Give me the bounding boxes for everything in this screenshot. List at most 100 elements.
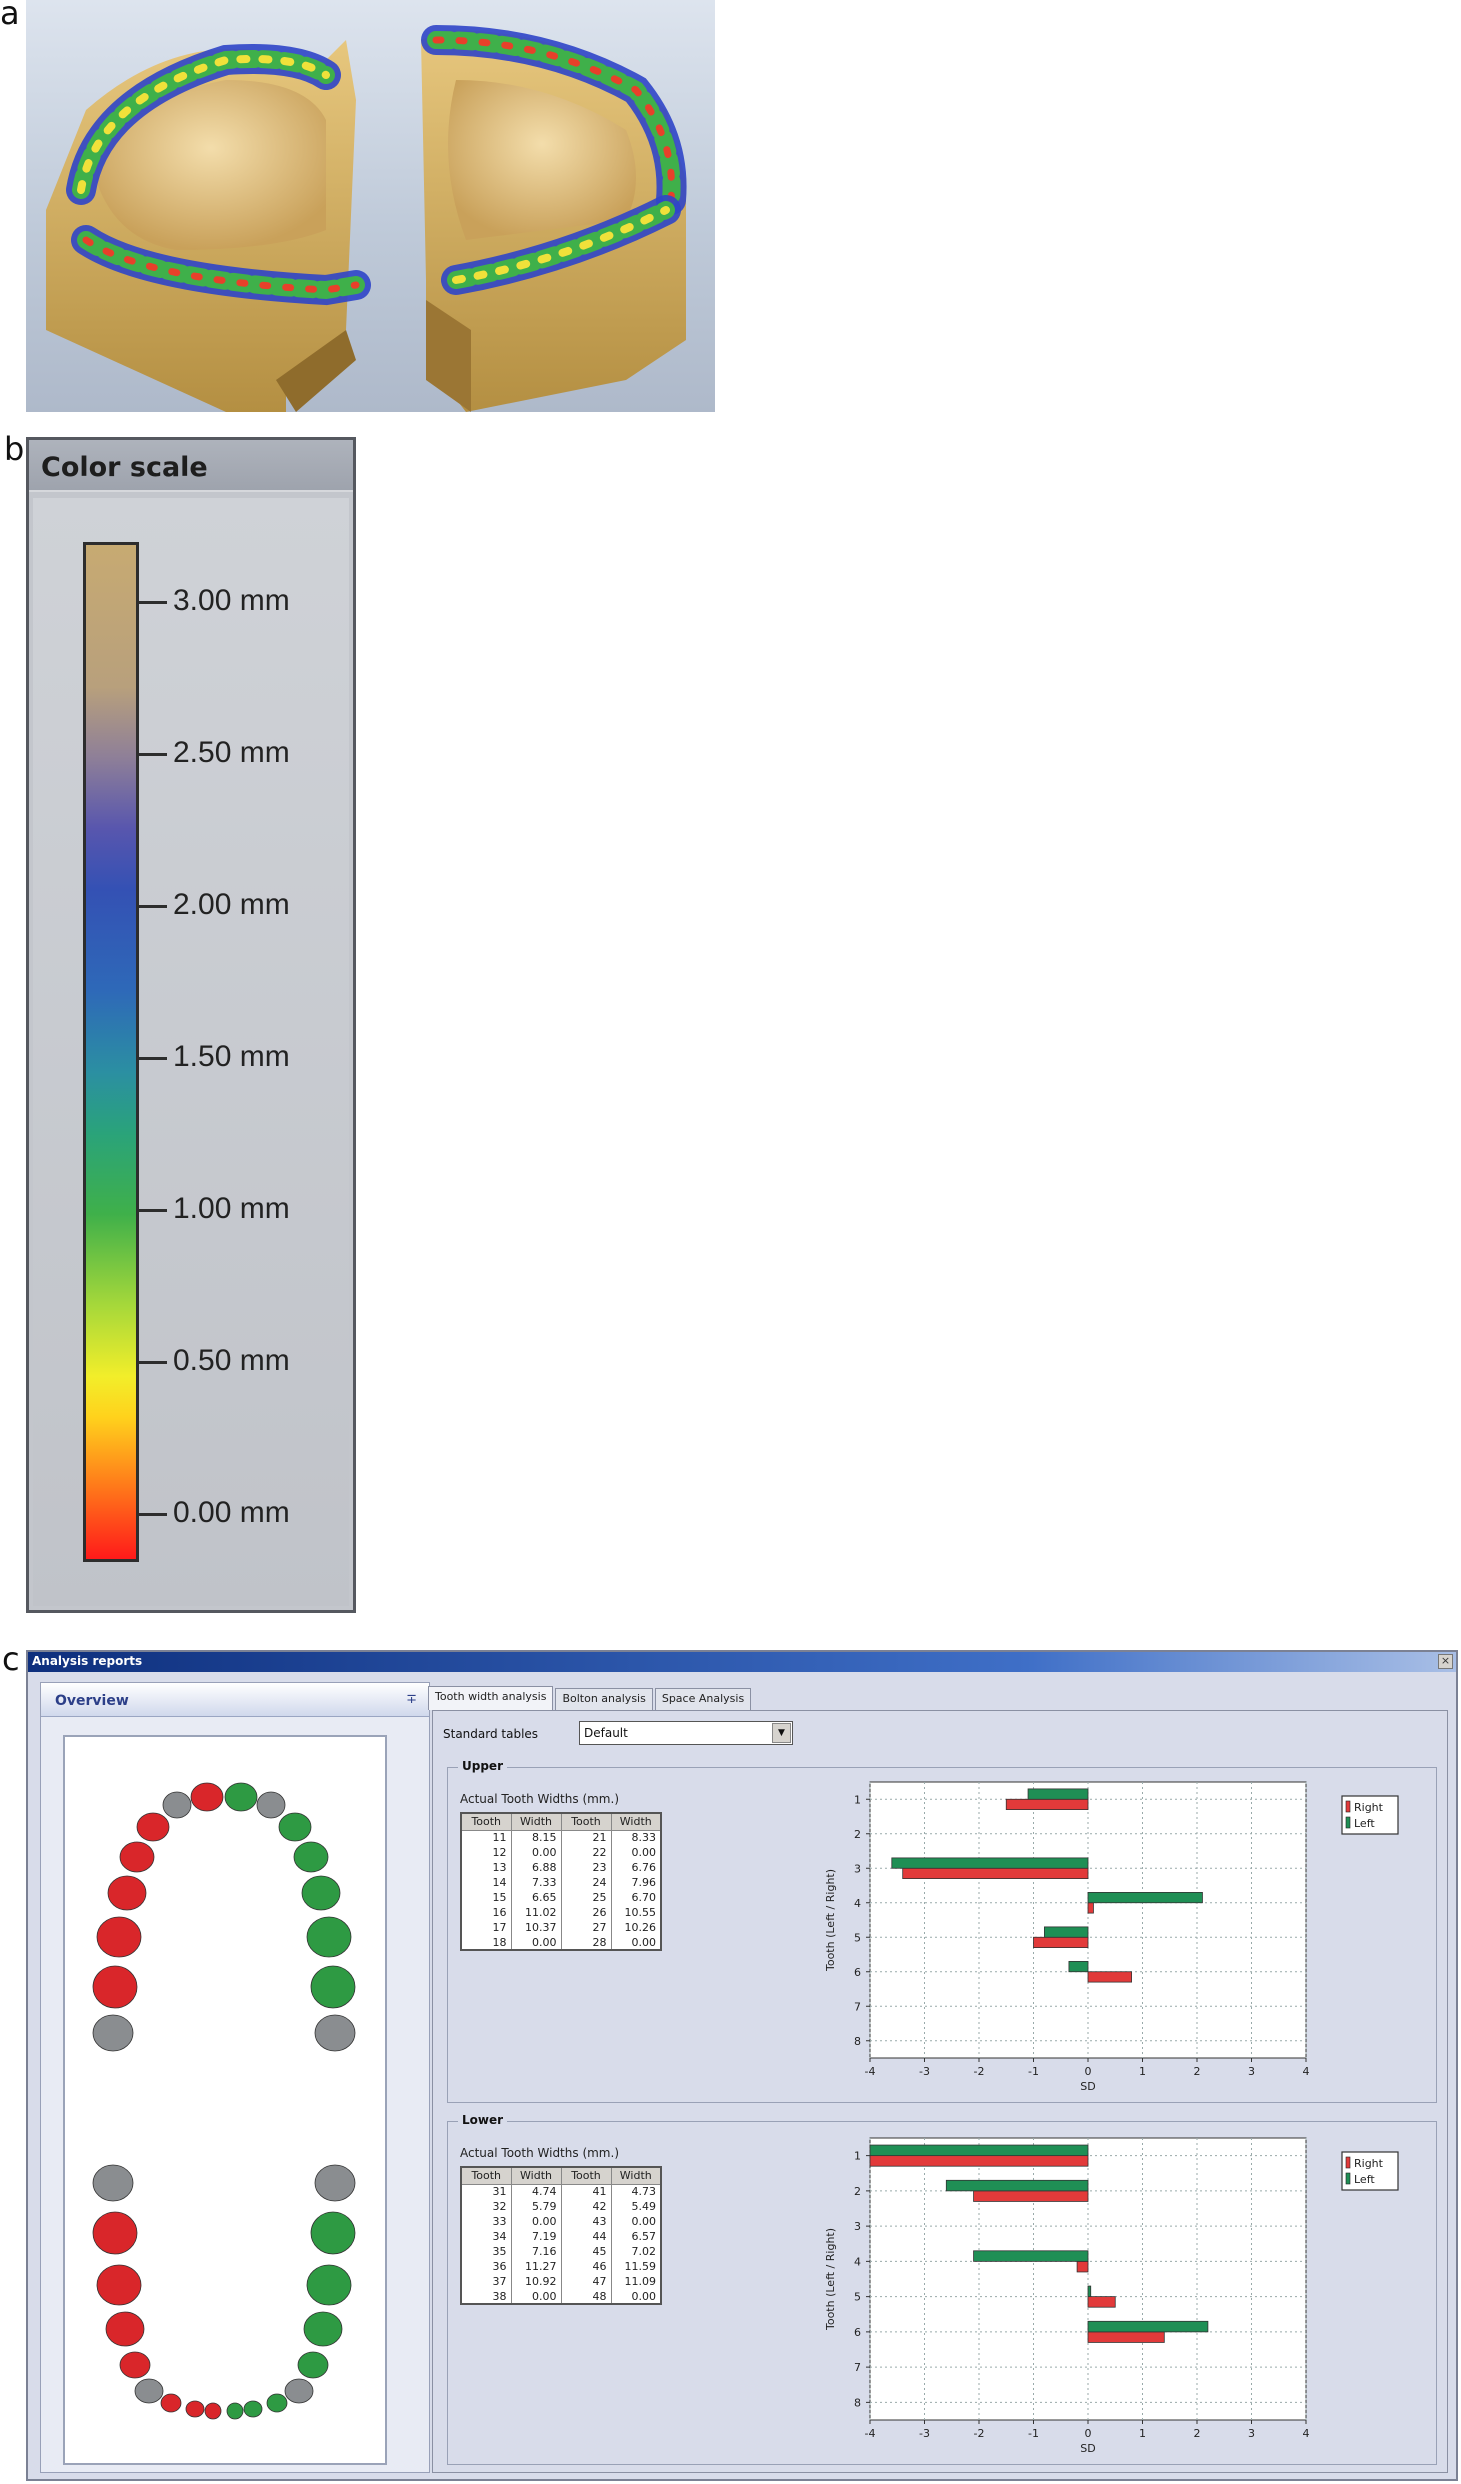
bar-left (1087, 2285, 1092, 2298)
table-cell: 10.55 (611, 1905, 662, 1920)
y-tick-label: 8 (854, 2396, 861, 2409)
tooth[interactable] (190, 1782, 224, 1812)
x-tick-label: 3 (1248, 2427, 1255, 2440)
color-scale-tick-label: 0.50 mm (173, 1344, 290, 1377)
tooth[interactable] (96, 2264, 142, 2306)
tooth[interactable] (96, 1916, 142, 1958)
chevron-down-icon[interactable]: ▼ (772, 1723, 791, 1743)
tooth[interactable] (278, 1812, 312, 1842)
table-cell: 7.33 (511, 1875, 562, 1890)
figure-label-a: a (0, 0, 20, 32)
table-row: 18 0.00 28 0.00 (461, 1935, 662, 1950)
table-header: Width (610, 1812, 662, 1831)
y-tick-label: 6 (854, 1966, 861, 1979)
tooth[interactable] (306, 1916, 352, 1958)
color-scale-tick (139, 753, 167, 756)
bar-left (1087, 1892, 1203, 1904)
close-button[interactable]: × (1438, 1654, 1453, 1669)
tooth[interactable] (310, 1965, 356, 2009)
overview-panel: Overview ∓ (40, 1682, 430, 2473)
table-cell: 43 (561, 2214, 612, 2229)
tooth[interactable] (185, 2400, 205, 2418)
table-header: Width (610, 2166, 662, 2185)
tooth[interactable] (105, 2311, 145, 2347)
table-row: 13 6.88 23 6.76 (461, 1860, 662, 1875)
tooth[interactable] (314, 2164, 356, 2202)
tooth[interactable] (136, 1812, 170, 1842)
tooth[interactable] (92, 1965, 138, 2009)
tooth[interactable] (297, 2351, 329, 2379)
bar-right (973, 2190, 1089, 2202)
table-cell: 11.02 (511, 1905, 562, 1920)
table-row: 12 0.00 22 0.00 (461, 1845, 662, 1860)
y-tick-label: 4 (854, 2255, 861, 2268)
tooth[interactable] (256, 1791, 286, 1819)
lower-group: Lower Actual Tooth Widths (mm.) Tooth Wid… (447, 2113, 1437, 2465)
table-row: 33 0.00 43 0.00 (461, 2214, 662, 2229)
tab-tooth-width-analysis[interactable]: Tooth width analysis (428, 1686, 554, 1710)
tooth[interactable] (204, 2402, 222, 2420)
tab-space-analysis[interactable]: Space Analysis (654, 1688, 752, 1710)
x-tick-label: 0 (1085, 2065, 1092, 2078)
figure-label-b: b (4, 430, 25, 468)
table-cell: 16 (461, 1905, 512, 1920)
table-cell: 33 (461, 2214, 512, 2229)
bar-right (1087, 1902, 1094, 1914)
bar-left (1087, 2320, 1209, 2333)
legend-label-right: Right (1354, 1801, 1384, 1814)
tooth[interactable] (243, 2400, 263, 2418)
table-header: Tooth (460, 2166, 512, 2185)
y-tick-label: 5 (854, 1931, 861, 1944)
tooth[interactable] (224, 1782, 258, 1812)
table-cell: 5.79 (511, 2199, 562, 2214)
lower-tooth-width-table: Tooth Width Tooth Width 31 4.74 41 4.73 32 5.79 42… (460, 2166, 662, 2305)
tooth[interactable] (119, 2351, 151, 2379)
tooth[interactable] (92, 2014, 134, 2052)
table-header: Width (510, 1812, 562, 1831)
tooth[interactable] (226, 2402, 244, 2420)
tab-bolton-analysis[interactable]: Bolton analysis (555, 1688, 653, 1710)
lower-title: Lower (458, 2113, 508, 2127)
x-tick-label: -3 (919, 2427, 930, 2440)
tooth[interactable] (314, 2014, 356, 2052)
bar-left (891, 1857, 1089, 1869)
tooth[interactable] (266, 2393, 288, 2413)
tooth[interactable] (162, 1791, 192, 1819)
tooth[interactable] (306, 2264, 352, 2306)
color-scale-tick (139, 601, 167, 604)
tooth[interactable] (119, 1841, 155, 1873)
y-tick-label: 6 (854, 2326, 861, 2339)
tooth-width-analysis-content: Standard tables Default ▼ Upper Actual T… (432, 1710, 1448, 2473)
table-cell: 11.09 (611, 2274, 662, 2289)
color-scale-title: Color scale (29, 440, 353, 492)
standard-tables-select[interactable]: Default ▼ (579, 1721, 793, 1745)
tooth[interactable] (310, 2211, 356, 2255)
table-cell: 0.00 (611, 2289, 662, 2304)
table-cell: 0.00 (511, 2289, 562, 2304)
tooth[interactable] (284, 2378, 314, 2404)
legend-label-left: Left (1354, 2173, 1375, 2186)
x-tick-label: 4 (1303, 2427, 1310, 2440)
bar-left (1043, 1926, 1089, 1938)
tooth[interactable] (301, 1875, 341, 1911)
y-axis-label: Tooth (Left / Right) (824, 2228, 837, 2331)
table-cell: 10.92 (511, 2274, 562, 2289)
analysis-reports-window: Analysis reports × Overview ∓ Tooth widt… (26, 1650, 1458, 2481)
tooth[interactable] (92, 2211, 138, 2255)
tooth[interactable] (293, 1841, 329, 1873)
tooth[interactable] (134, 2378, 164, 2404)
table-row: 16 11.02 26 10.55 (461, 1905, 662, 1920)
tooth[interactable] (303, 2311, 343, 2347)
tooth[interactable] (160, 2393, 182, 2413)
bar-right (1076, 2260, 1089, 2273)
upper-sd-chart: -4 -3 -2 -1 0 1 2 3 4 1 2 3 4 5 6 7 8 SD Tooth (Left / Rig… (824, 1781, 1399, 2093)
pin-icon[interactable]: ∓ (406, 1692, 417, 1707)
upper-title: Upper (458, 1759, 507, 1773)
bar-right (1087, 2331, 1165, 2343)
table-cell: 6.57 (611, 2229, 662, 2244)
tooth[interactable] (92, 2164, 134, 2202)
legend-label-right: Right (1354, 2157, 1384, 2170)
table-cell: 35 (461, 2244, 512, 2259)
tooth[interactable] (107, 1875, 147, 1911)
table-cell: 10.37 (511, 1920, 562, 1935)
